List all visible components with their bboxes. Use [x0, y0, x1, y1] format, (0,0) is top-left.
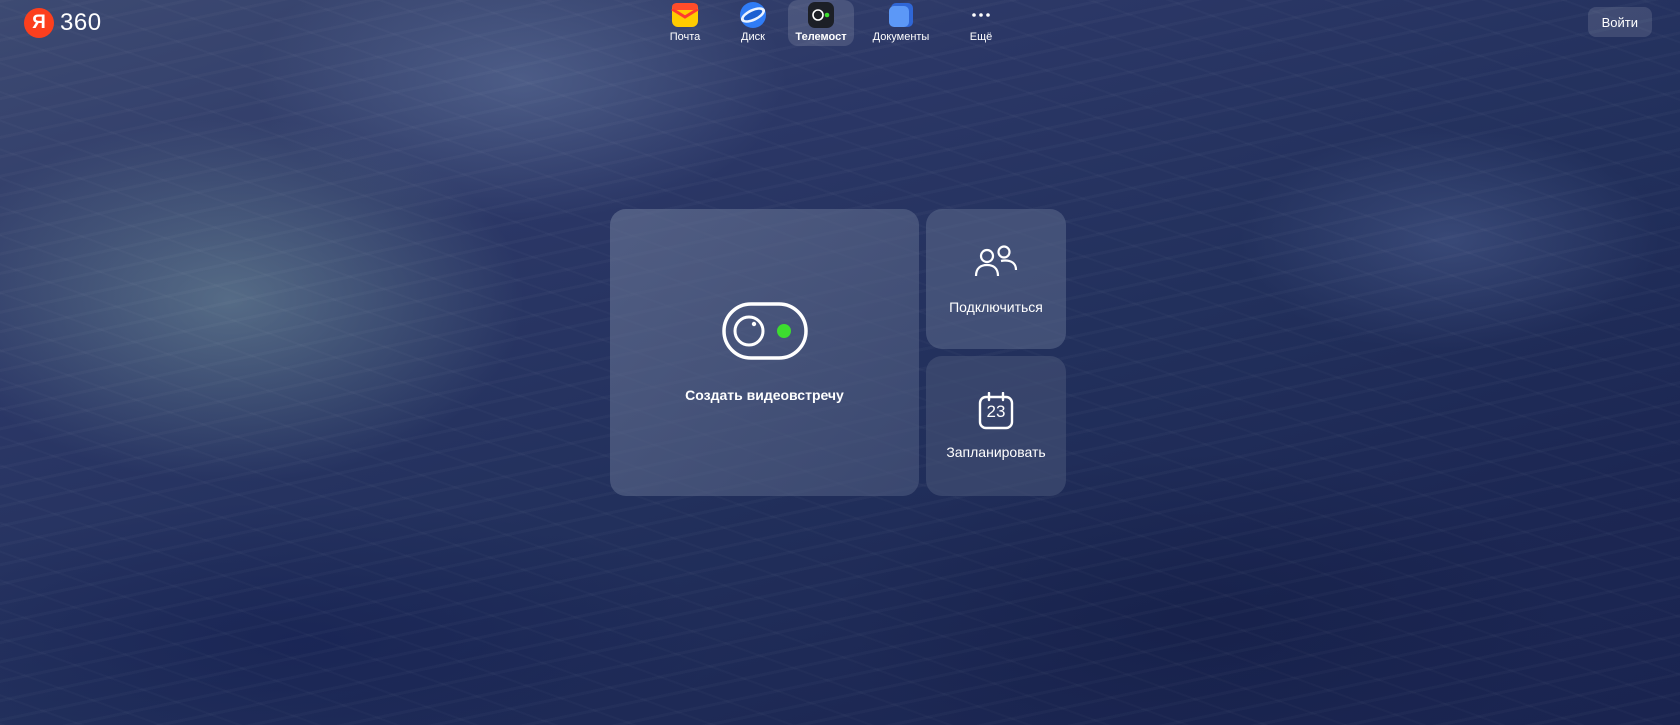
service-disk[interactable]: Диск: [720, 0, 786, 46]
service-telemost-label: Телемост: [795, 31, 847, 43]
telemost-icon: [806, 1, 836, 29]
service-telemost[interactable]: Телемост: [788, 0, 854, 46]
login-button[interactable]: Войти: [1587, 7, 1652, 37]
calendar-day: 23: [986, 402, 1006, 421]
create-meeting-tile[interactable]: Создать видеовстречу: [610, 209, 919, 496]
create-meeting-label: Создать видеовстречу: [685, 387, 844, 403]
schedule-tile[interactable]: 23 Запланировать: [926, 356, 1066, 496]
video-meeting-icon: [721, 302, 808, 365]
service-mail-label: Почта: [669, 31, 701, 43]
service-disk-label: Диск: [741, 31, 765, 43]
disk-icon: [738, 1, 768, 29]
services-nav: Почта Диск Телемост Документы Ещё: [652, 0, 1014, 46]
documents-icon: [886, 1, 916, 29]
users-icon: [974, 244, 1018, 285]
connect-label: Подключиться: [949, 298, 1043, 315]
calendar-icon: 23: [978, 392, 1014, 430]
service-documents[interactable]: Документы: [856, 0, 946, 46]
service-more-label: Ещё: [969, 31, 993, 43]
schedule-label: Запланировать: [946, 444, 1046, 460]
more-dots-icon: [966, 1, 996, 29]
service-mail[interactable]: Почта: [652, 0, 718, 46]
yandex-360-logo[interactable]: Я 360: [24, 8, 102, 38]
service-more[interactable]: Ещё: [948, 0, 1014, 46]
logo-text: 360: [60, 9, 102, 36]
yandex-logo-icon: Я: [24, 8, 54, 38]
connect-tile[interactable]: Подключиться: [926, 209, 1066, 349]
action-tiles: Создать видеовстречу Подключиться 23 Зап…: [610, 209, 1066, 496]
service-documents-label: Документы: [872, 31, 930, 43]
mail-icon: [670, 1, 700, 29]
